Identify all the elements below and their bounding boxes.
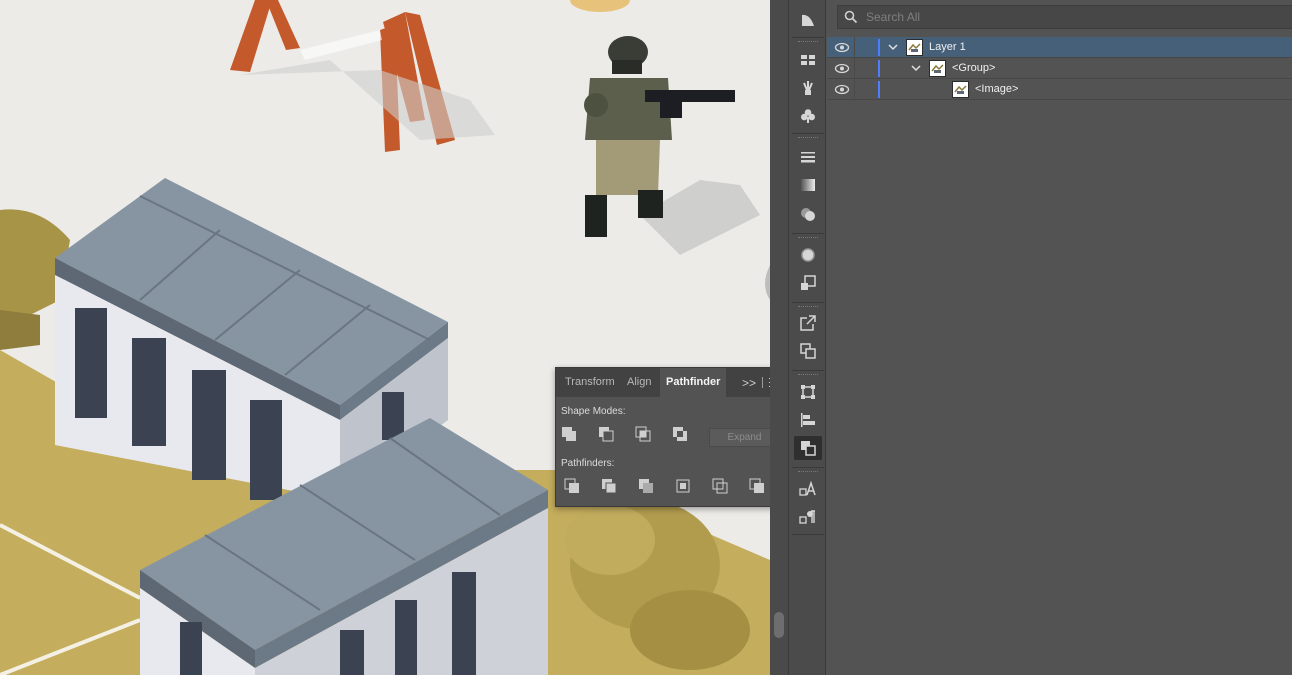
divide-button[interactable]	[564, 478, 590, 500]
align-button[interactable]	[794, 408, 822, 432]
pathfinders-label: Pathfinders:	[561, 458, 615, 469]
graphic-styles-icon	[801, 275, 816, 290]
trim-icon	[602, 479, 617, 494]
unite-button[interactable]	[561, 426, 587, 448]
shaper-panel-icon	[802, 14, 814, 26]
canvas-vertical-scrollbar[interactable]	[770, 0, 788, 675]
transparency-icon	[801, 208, 815, 221]
eye-icon[interactable]	[834, 83, 850, 96]
lock-column[interactable]	[854, 37, 855, 58]
stroke-icon	[801, 152, 815, 163]
pathfinder-panel: Transform Align Pathfinder >> Shape Mode…	[555, 367, 770, 507]
layer-thumbnail	[906, 39, 923, 56]
pathfinder-button[interactable]	[794, 436, 822, 460]
character-styles-icon	[799, 481, 816, 496]
layer-row-group[interactable]: <Group>	[827, 58, 1292, 79]
panel-divider	[762, 377, 763, 388]
tab-align[interactable]: Align	[621, 368, 657, 397]
tab-pathfinder[interactable]: Pathfinder	[660, 368, 727, 397]
chevron-down-icon[interactable]	[887, 41, 899, 53]
merge-icon	[639, 479, 653, 493]
libraries-icon	[801, 55, 815, 65]
search-input[interactable]	[866, 8, 1266, 26]
paragraph-styles-icon	[799, 510, 815, 524]
unite-icon	[562, 427, 576, 441]
minus-back-button[interactable]	[749, 478, 770, 500]
minus-front-icon	[599, 427, 614, 442]
pathfinder-panel-tabs: Transform Align Pathfinder >>	[556, 368, 770, 397]
minus-front-button[interactable]	[598, 426, 624, 448]
transform-icon	[801, 385, 815, 399]
appearance-button[interactable]	[794, 243, 822, 267]
minus-back-icon	[749, 478, 764, 493]
layers-panel: Layer 1 <Group> <Image>	[827, 0, 1292, 675]
symbols-button[interactable]	[794, 104, 822, 128]
shaper-panel-button[interactable]	[794, 8, 822, 32]
intersect-icon	[635, 426, 651, 442]
thumbnail-image-icon	[954, 85, 967, 94]
stroke-button[interactable]	[794, 145, 822, 169]
thumbnail-image-icon	[931, 64, 944, 73]
artboard-canvas[interactable]: Transform Align Pathfinder >> Shape Mode…	[0, 0, 770, 675]
exclude-button[interactable]	[672, 426, 698, 448]
character-styles-button[interactable]	[794, 477, 822, 501]
search-icon	[844, 10, 858, 24]
outline-icon	[712, 478, 728, 494]
export-button[interactable]	[794, 311, 822, 335]
crop-button[interactable]	[675, 478, 701, 500]
symbols-icon	[801, 109, 815, 123]
layer-row-image[interactable]: <Image>	[827, 79, 1292, 100]
panel-overflow-icon[interactable]: >>	[742, 376, 756, 390]
layer-thumbnail	[952, 81, 969, 98]
trim-button[interactable]	[601, 478, 627, 500]
thumbnail-image-icon	[908, 43, 921, 52]
layer-color-bar	[878, 60, 880, 77]
lock-column[interactable]	[854, 58, 855, 79]
transform-button[interactable]	[794, 380, 822, 404]
eye-icon[interactable]	[834, 41, 850, 54]
layer-color-bar	[878, 81, 880, 98]
expand-button[interactable]: Expand	[709, 428, 770, 447]
chevron-down-icon[interactable]	[910, 62, 922, 74]
panel-dock	[788, 0, 826, 675]
divide-icon	[564, 478, 579, 493]
asset-export-icon	[800, 343, 816, 359]
layer-name: Layer 1	[929, 41, 966, 53]
intersect-button[interactable]	[635, 426, 661, 448]
asset-export-button[interactable]	[794, 339, 822, 363]
appearance-icon	[801, 248, 815, 262]
align-icon	[801, 413, 815, 427]
exclude-icon	[673, 427, 687, 441]
graphic-styles-button[interactable]	[794, 271, 822, 295]
pathfinder-icon	[801, 441, 816, 456]
layer-name: <Group>	[952, 62, 996, 74]
canvas-scroll-thumb[interactable]	[774, 612, 784, 638]
brushes-button[interactable]	[794, 76, 822, 100]
layer-row-layer-1[interactable]: Layer 1	[827, 37, 1292, 58]
crop-icon	[676, 479, 690, 493]
gradient-icon	[801, 179, 815, 191]
eye-icon[interactable]	[834, 62, 850, 75]
libraries-button[interactable]	[794, 48, 822, 72]
lock-column[interactable]	[854, 79, 855, 100]
outline-button[interactable]	[712, 478, 738, 500]
shape-modes-label: Shape Modes:	[561, 406, 626, 417]
merge-button[interactable]	[638, 478, 664, 500]
layer-name: <Image>	[975, 83, 1019, 95]
export-icon	[800, 315, 816, 331]
brushes-icon	[803, 81, 813, 95]
paragraph-styles-button[interactable]	[794, 505, 822, 529]
tab-transform[interactable]: Transform	[559, 368, 621, 397]
layers-search[interactable]	[837, 5, 1292, 29]
transparency-button[interactable]	[794, 202, 822, 226]
gradient-button[interactable]	[794, 173, 822, 197]
layer-color-bar	[878, 39, 880, 56]
layer-thumbnail	[929, 60, 946, 77]
isometric-illustration	[0, 0, 770, 675]
